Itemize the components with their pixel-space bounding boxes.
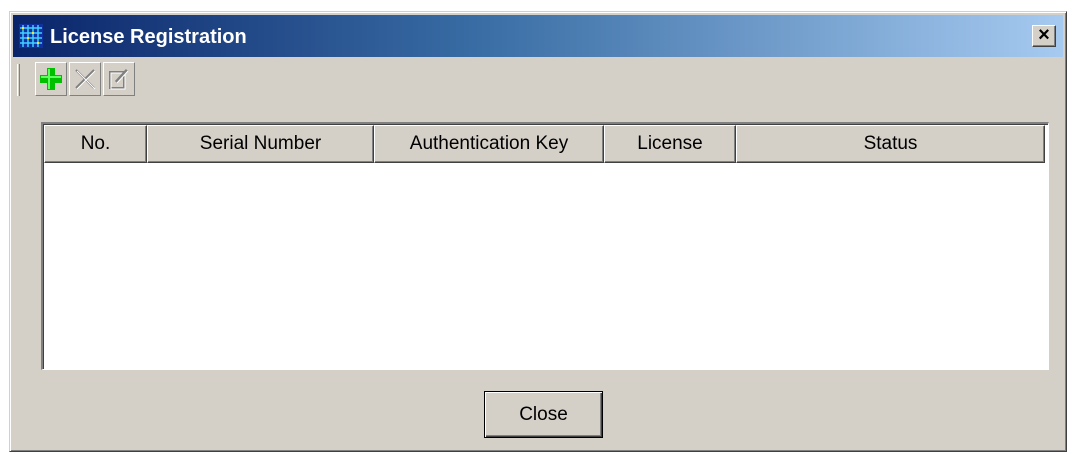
edit-button[interactable]: [103, 62, 135, 96]
close-icon: ×: [1038, 24, 1050, 46]
license-table[interactable]: No. Serial Number Authentication Key Lic…: [41, 122, 1049, 370]
close-button[interactable]: Close: [484, 391, 603, 438]
grid-app-icon: [19, 24, 43, 48]
column-header-no[interactable]: No.: [44, 125, 147, 163]
delete-button[interactable]: [69, 62, 101, 96]
dialog-title: License Registration: [50, 26, 247, 48]
x-icon: [75, 69, 96, 90]
title-bar[interactable]: License Registration ×: [13, 15, 1063, 57]
table-header: No. Serial Number Authentication Key Lic…: [44, 125, 1045, 163]
toolbar: [13, 60, 213, 104]
column-header-status[interactable]: Status: [736, 125, 1045, 163]
column-header-authentication-key[interactable]: Authentication Key: [374, 125, 604, 163]
toolbar-grip[interactable]: [17, 64, 20, 96]
edit-icon: [109, 68, 129, 90]
column-header-license[interactable]: License: [604, 125, 736, 163]
license-registration-dialog: License Registration × No. Serial Number…: [9, 11, 1067, 452]
plus-icon: [40, 68, 62, 90]
close-window-button[interactable]: ×: [1032, 25, 1056, 47]
add-button[interactable]: [35, 62, 67, 96]
column-header-serial-number[interactable]: Serial Number: [147, 125, 374, 163]
